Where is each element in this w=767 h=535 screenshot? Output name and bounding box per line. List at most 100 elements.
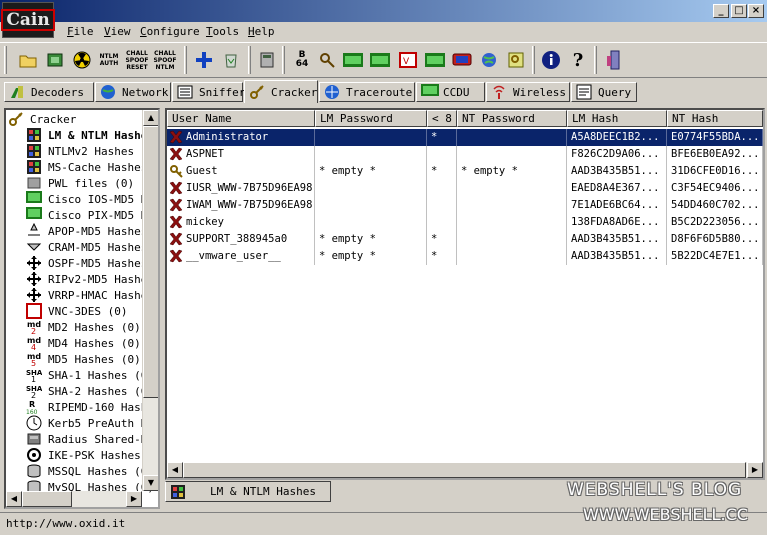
certificate-key-icon[interactable] bbox=[505, 49, 527, 71]
minimize-button[interactable]: _ bbox=[713, 4, 729, 18]
tree-item-ike[interactable]: IKE-PSK Hashes (0) bbox=[26, 447, 158, 463]
table-row[interactable]: __vmware_user__ * empty * * AAD3B435B51... 5… bbox=[167, 248, 763, 265]
calculator-icon[interactable] bbox=[256, 49, 278, 71]
menu-view[interactable]: View bbox=[104, 25, 131, 38]
tree-root-cracker[interactable]: Cracker bbox=[8, 111, 76, 127]
column-header-lt8[interactable]: < 8 bbox=[427, 110, 457, 127]
tab-ccdu[interactable]: CCDU bbox=[416, 82, 485, 102]
tree-item-cisco-pix[interactable]: Cisco PIX-MD5 Hashes (0) bbox=[26, 207, 158, 223]
tree-item-mssql[interactable]: MSSQL Hashes (0) bbox=[26, 463, 154, 479]
radiation-icon[interactable] bbox=[71, 49, 93, 71]
cracker-tree[interactable]: Cracker LM & NTLM Hashes (8) NTLMv2 Hash… bbox=[4, 108, 160, 509]
tab-network[interactable]: Network bbox=[95, 82, 171, 102]
cell-nt-password bbox=[457, 214, 567, 231]
tree-hscroll-thumb[interactable] bbox=[22, 491, 72, 507]
tab-cracker[interactable]: Cracker bbox=[244, 80, 318, 103]
list-hscroll-thumb[interactable] bbox=[183, 462, 746, 478]
menu-tools[interactable]: Tools bbox=[206, 25, 239, 38]
column-header-nt-password[interactable]: NT Password bbox=[457, 110, 567, 127]
tree-item-cisco-ios[interactable]: Cisco IOS-MD5 Hashes (0) bbox=[26, 191, 158, 207]
tab-decoders[interactable]: Decoders bbox=[4, 82, 94, 102]
table-row[interactable]: ASPNET F826C2D9A06... BFE6EB0EA92... bbox=[167, 146, 763, 163]
tab-sniffer[interactable]: Sniffer bbox=[172, 82, 245, 102]
globe-icon[interactable] bbox=[478, 49, 500, 71]
tree-item-kerb5[interactable]: Kerb5 PreAuth Hashes (0) bbox=[26, 415, 158, 431]
chall-spoof-ntlm-icon[interactable]: CHALL SPOOF NTLM bbox=[152, 49, 178, 71]
tree-item-radius[interactable]: Radius Shared-Key Hashes (0) bbox=[26, 431, 158, 447]
ntlm-auth-icon[interactable]: NTLM AUTH bbox=[98, 49, 120, 71]
open-folder-icon[interactable] bbox=[17, 49, 39, 71]
list-tab-lm-ntlm[interactable]: LM & NTLM Hashes bbox=[165, 481, 331, 502]
tree-item-vnc[interactable]: VNC-3DES (0) bbox=[26, 303, 127, 319]
tab-wireless[interactable]: Wireless bbox=[486, 82, 570, 102]
column-header-lm-password[interactable]: LM Password bbox=[315, 110, 427, 127]
scroll-left-arrow-icon[interactable]: ◀ bbox=[6, 491, 22, 507]
tree-item-sha1[interactable]: SHA 1 SHA-1 Hashes (0) bbox=[26, 367, 154, 385]
vrrp-hash-icon[interactable] bbox=[369, 49, 391, 71]
cell-lm-password-text: * empty * bbox=[319, 250, 376, 262]
hash-list[interactable]: User Name LM Password < 8 NT Password LM… bbox=[165, 108, 765, 480]
exit-door-icon[interactable] bbox=[602, 49, 624, 71]
monitor-icon[interactable] bbox=[451, 49, 473, 71]
tree-item-ospf[interactable]: OSPF-MD5 Hashes (0) bbox=[26, 255, 158, 271]
tree-scroll-thumb[interactable] bbox=[143, 126, 158, 398]
cisco-icon bbox=[26, 207, 42, 223]
tree-item-sha2[interactable]: SHA 2 SHA-2 Hashes (0) bbox=[26, 383, 154, 401]
table-row[interactable]: IUSR_WWW-7B75D96EA98 EAED8A4E367... C3F54E… bbox=[167, 180, 763, 197]
tree-item-pwl[interactable]: PWL files (0) bbox=[26, 175, 134, 191]
tree-item-ripemd[interactable]: R160RIPEMD-160 Hashes (0) bbox=[26, 399, 158, 416]
table-row[interactable]: mickey 138FDA8AD6E... B5C2D223056... bbox=[167, 214, 763, 231]
chall-spoof-reset-icon[interactable]: CHALL SPOOF RESET bbox=[124, 49, 150, 71]
tree-item-ripv2[interactable]: RIPv2-MD5 Hashes (0) bbox=[26, 271, 158, 287]
tree-item-md5[interactable]: md 5 MD5 Hashes (0) bbox=[26, 351, 141, 368]
tree-item-apop[interactable]: APOP-MD5 Hashes (0) bbox=[26, 222, 158, 239]
cell-user-name-text: IUSR_WWW-7B75D96EA98 bbox=[186, 182, 313, 194]
scroll-left-arrow-icon[interactable]: ◀ bbox=[167, 462, 183, 478]
list-horizontal-scrollbar[interactable]: ◀ ▶ bbox=[167, 462, 763, 478]
cell-nt-hash: 5B22DC4E7E1... bbox=[667, 248, 763, 265]
tree-item-cram[interactable]: CRAM-MD5 Hashes (0) bbox=[26, 239, 158, 255]
vnc-icon[interactable]: V bbox=[397, 49, 419, 71]
status-text: http://www.oxid.it bbox=[6, 517, 126, 530]
maximize-button[interactable]: □ bbox=[731, 4, 747, 18]
tree-item-vrrp[interactable]: VRRP-HMAC Hashes (0) bbox=[26, 287, 158, 303]
tab-query[interactable]: Query bbox=[571, 82, 637, 102]
scroll-up-arrow-icon[interactable]: ▲ bbox=[143, 110, 158, 126]
tree-item-ntlmv2[interactable]: NTLMv2 Hashes (0) bbox=[26, 143, 158, 159]
tree-item-md4[interactable]: md 4 MD4 Hashes (0) bbox=[26, 335, 141, 352]
key-search-icon[interactable] bbox=[316, 49, 338, 71]
user-x-icon bbox=[169, 130, 183, 144]
close-button[interactable]: × bbox=[748, 4, 764, 18]
network-adapter-icon[interactable] bbox=[44, 49, 66, 71]
menu-configure[interactable]: Configure bbox=[140, 25, 200, 38]
scroll-right-arrow-icon[interactable]: ▶ bbox=[747, 462, 763, 478]
tree-horizontal-scrollbar[interactable]: ◀ ▶ bbox=[6, 491, 142, 507]
tree-item-mscache[interactable]: MS-Cache Hashes (0) bbox=[26, 159, 158, 175]
column-header-lm-hash[interactable]: LM Hash bbox=[567, 110, 667, 127]
md4-icon: md 4 bbox=[26, 335, 42, 352]
column-header-nt-hash[interactable]: NT Hash bbox=[667, 110, 763, 127]
table-row[interactable]: IWAM_WWW-7B75D96EA98 7E1ADE6BC64... 54DD46… bbox=[167, 197, 763, 214]
tree-item-md2[interactable]: md 2 MD2 Hashes (0) bbox=[26, 319, 141, 336]
menu-file[interactable]: File bbox=[67, 25, 94, 38]
ccdu-icon[interactable] bbox=[424, 49, 446, 71]
add-icon[interactable] bbox=[193, 49, 215, 71]
table-row[interactable]: SUPPORT_388945a0 * empty * * AAD3B435B51...… bbox=[167, 231, 763, 248]
column-header-user-name[interactable]: User Name bbox=[167, 110, 315, 127]
tree-item-lm-ntlm[interactable]: LM & NTLM Hashes (8) bbox=[26, 127, 158, 143]
menu-help[interactable]: Help bbox=[248, 25, 275, 38]
scroll-right-arrow-icon[interactable]: ▶ bbox=[126, 491, 142, 507]
table-row[interactable]: Administrator * A5A8DEEC1B2... E0774F55BDA.… bbox=[167, 129, 763, 146]
cisco-hash-icon[interactable] bbox=[342, 49, 364, 71]
help-icon[interactable]: ? bbox=[567, 49, 589, 71]
info-icon[interactable] bbox=[540, 49, 562, 71]
tab-traceroute[interactable]: Traceroute bbox=[319, 82, 415, 102]
scroll-down-arrow-icon[interactable]: ▼ bbox=[143, 475, 158, 491]
tree-vertical-scrollbar[interactable]: ▲ ▼ bbox=[142, 110, 158, 491]
base64-icon[interactable]: B 64 bbox=[291, 49, 313, 71]
cell-lt8: * bbox=[427, 163, 457, 180]
table-row[interactable]: Guest * empty * * * empty * AAD3B435B51... 31… bbox=[167, 163, 763, 180]
md2-icon: md 2 bbox=[26, 319, 42, 336]
query-icon bbox=[576, 84, 592, 100]
recycle-bin-icon[interactable] bbox=[220, 49, 242, 71]
